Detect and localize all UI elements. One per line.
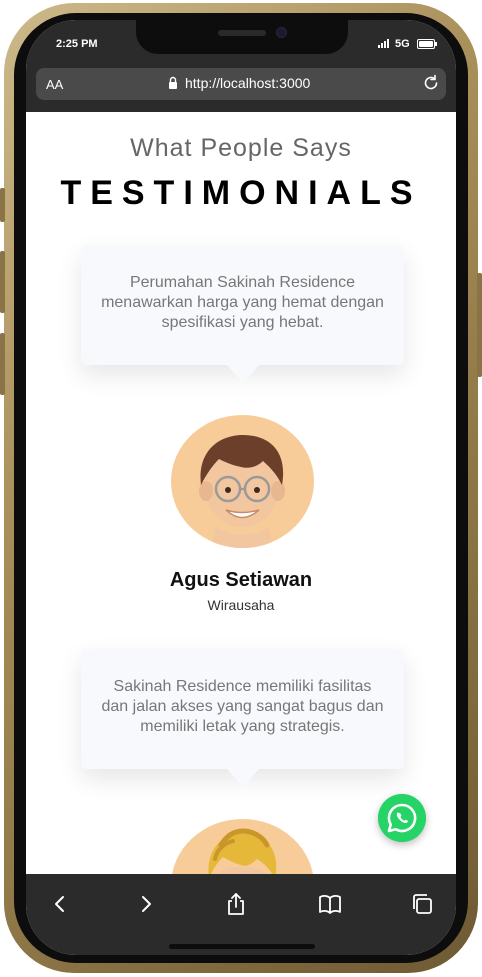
- testimonial-card-2: Sakinah Residence memiliki fasilitas dan…: [81, 649, 404, 787]
- avatar-agus-setiawan: [171, 415, 314, 548]
- page-content: What People Says TESTIMONIALS Perumahan …: [26, 112, 456, 874]
- notch: [136, 20, 348, 54]
- volume-down-button: [0, 333, 5, 395]
- section-subtitle: What People Says: [130, 134, 352, 162]
- power-button: [477, 273, 482, 377]
- lock-icon: [169, 76, 177, 89]
- card-pointer: [227, 365, 259, 383]
- testimonial-quote: Perumahan Sakinah Residence menawarkan h…: [101, 274, 384, 331]
- browser-address-area: AA http://localhost:3000: [26, 68, 456, 112]
- memoji-avatar-icon: [199, 435, 285, 548]
- status-time: 2:25 PM: [56, 38, 98, 50]
- testimonial-card-1: Perumahan Sakinah Residence menawarkan h…: [81, 245, 404, 383]
- phone-screen: 2:25 PM 5G AA http://localhost:3000 What…: [26, 20, 456, 955]
- status-bar: 2:25 PM 5G: [26, 20, 456, 68]
- front-camera: [276, 27, 287, 38]
- battery-icon: [417, 39, 437, 49]
- testimonial-name: Agus Setiawan: [169, 569, 313, 591]
- speaker: [218, 30, 266, 36]
- memoji-avatar-icon: [208, 828, 277, 874]
- chevron-right-icon[interactable]: [132, 890, 160, 918]
- testimonial-quote: Sakinah Residence memiliki fasilitas dan…: [101, 678, 384, 735]
- home-indicator: [169, 944, 315, 949]
- card-pointer: [227, 769, 259, 787]
- browser-toolbar: [26, 874, 456, 955]
- text-size-button[interactable]: AA: [46, 77, 63, 92]
- section-title: TESTIMONIALS: [60, 174, 422, 212]
- volume-up-button: [0, 251, 5, 313]
- tabs-icon[interactable]: [408, 890, 436, 918]
- url-text[interactable]: http://localhost:3000: [185, 75, 310, 91]
- signal-icon: [378, 38, 389, 48]
- reload-icon[interactable]: [421, 73, 441, 93]
- share-icon[interactable]: [222, 890, 250, 918]
- testimonial-role: Wirausaha: [207, 597, 275, 613]
- avatar-second-testimonial: [171, 819, 314, 874]
- book-icon[interactable]: [316, 890, 344, 918]
- address-bar[interactable]: AA http://localhost:3000: [36, 68, 446, 100]
- whatsapp-button[interactable]: [378, 794, 426, 842]
- network-type: 5G: [395, 38, 410, 50]
- silent-switch: [0, 188, 5, 222]
- chevron-left-icon[interactable]: [46, 890, 74, 918]
